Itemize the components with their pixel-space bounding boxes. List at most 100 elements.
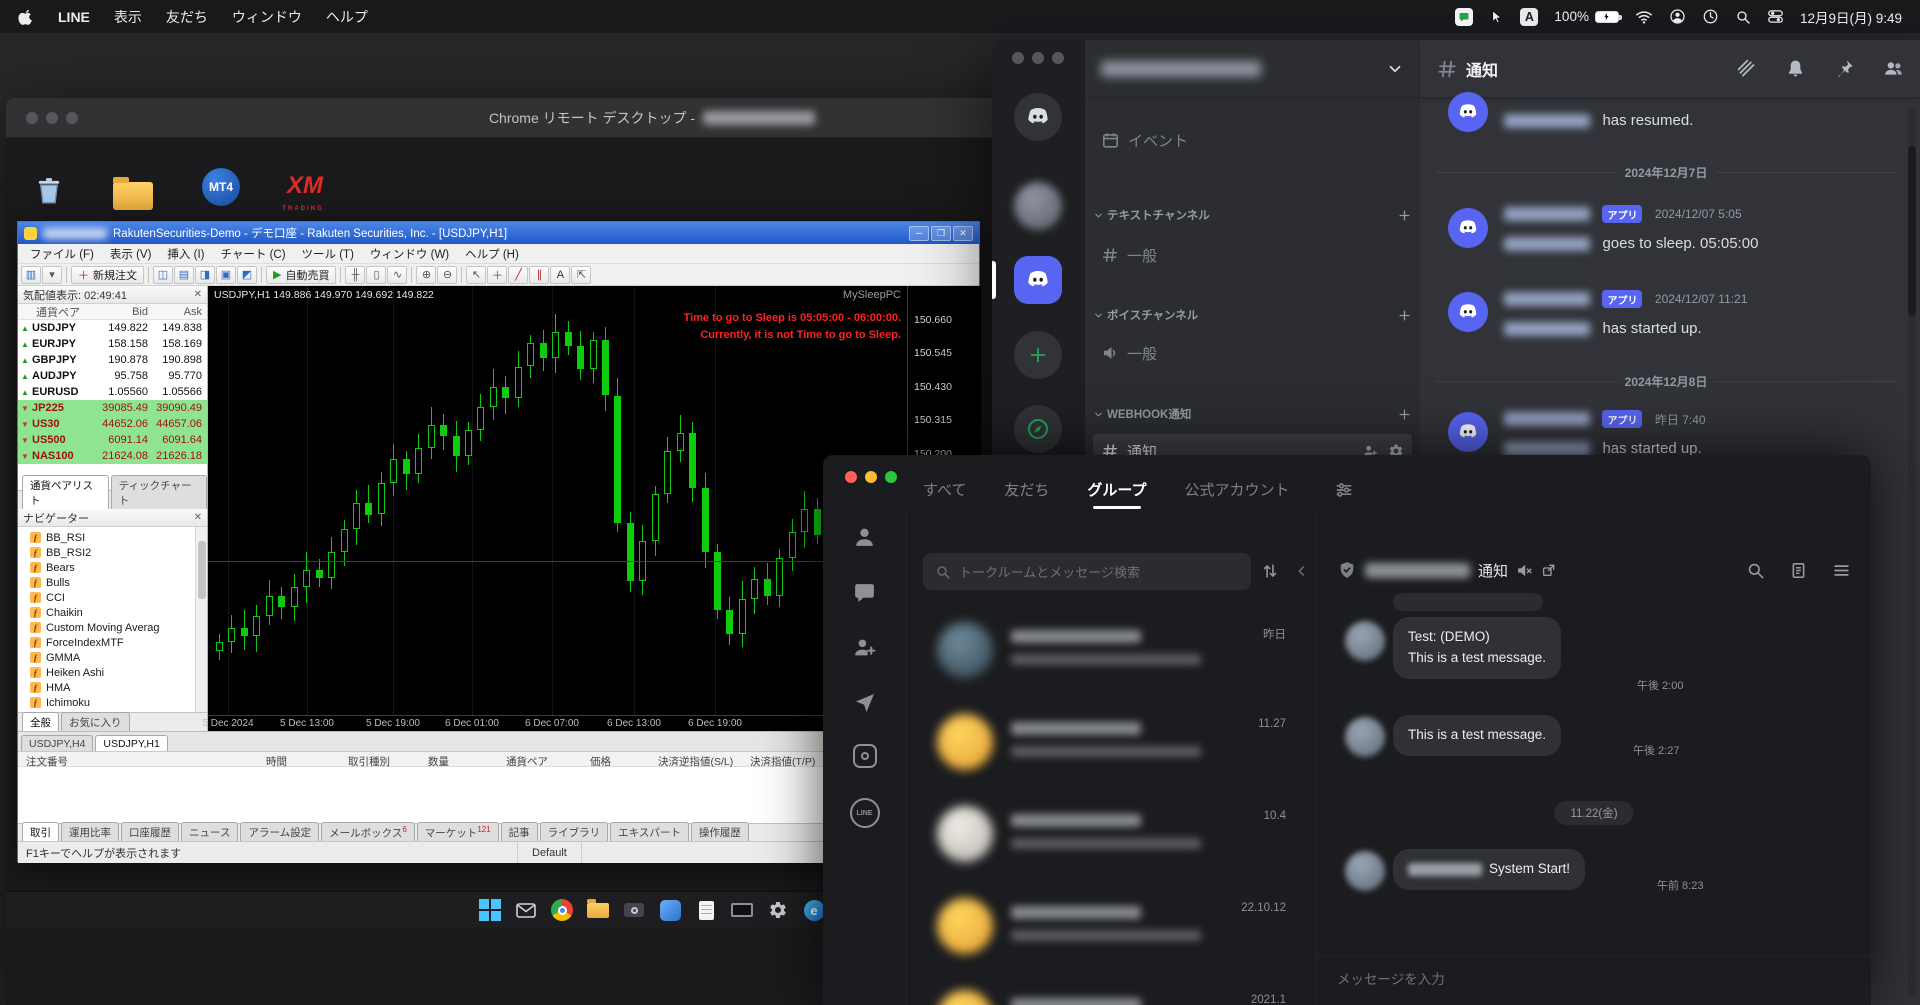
spotlight-icon[interactable] xyxy=(1735,9,1751,25)
line-chart-icon[interactable]: ∿ xyxy=(387,265,408,284)
menu-item-ヘルプ[interactable]: ヘルプ xyxy=(326,7,368,27)
navigator-item-ForceIndexMTF[interactable]: ƒ ForceIndexMTF xyxy=(30,635,195,650)
zoom-button[interactable] xyxy=(66,112,78,124)
menubar-datetime[interactable]: 12月9日(月) 9:49 xyxy=(1800,7,1902,27)
navigator-item-Bears[interactable]: ƒ Bears xyxy=(30,560,195,575)
bar-chart-icon[interactable]: ╫ xyxy=(345,265,366,284)
terminal-tab-記事[interactable]: 記事 xyxy=(500,822,538,841)
tab-common[interactable]: 全般 xyxy=(22,712,59,731)
search-icon[interactable] xyxy=(1746,561,1765,580)
line-traffic-lights[interactable] xyxy=(845,471,897,483)
explore-servers-button[interactable] xyxy=(1014,405,1062,453)
tab-groups[interactable]: グループ xyxy=(1087,479,1146,509)
clock-icon[interactable] xyxy=(1702,8,1719,25)
list-item[interactable]: 昨日 xyxy=(907,606,1316,698)
sidebar-item-events[interactable]: イベント xyxy=(1093,123,1412,157)
desktop-icon-recycle-bin[interactable] xyxy=(20,168,78,208)
zoom-button[interactable] xyxy=(885,471,897,483)
section-voice-channels[interactable]: ボイスチャンネル xyxy=(1093,303,1412,327)
list-item[interactable]: 22.10.12 xyxy=(907,882,1316,974)
message-input[interactable]: メッセージを入力 xyxy=(1317,955,1871,1005)
tab-official[interactable]: 公式アカウント xyxy=(1184,479,1289,500)
taskbar-icon-windows[interactable] xyxy=(477,897,504,924)
terminal-tab-口座履歴[interactable]: 口座履歴 xyxy=(121,822,179,841)
add-server-button[interactable] xyxy=(1014,331,1062,379)
line-menubar-icon[interactable] xyxy=(1455,7,1474,26)
navigator-item-GMMA[interactable]: ƒ GMMA xyxy=(30,650,195,665)
mt4-menu-item[interactable]: ファイル (F) xyxy=(22,244,102,264)
share-icon[interactable] xyxy=(853,690,877,714)
close-button[interactable] xyxy=(845,471,857,483)
desktop-icon-mt4[interactable]: MT4 xyxy=(192,166,250,206)
channel-tool-icon[interactable]: ∥ xyxy=(529,265,550,284)
market-row-EURUSD[interactable]: ▲ EURUSD 1.05560 1.05566 xyxy=(18,384,207,400)
tab-usdjpy-h4[interactable]: USDJPY,H4 xyxy=(21,735,94,751)
menu-app-name[interactable]: LINE xyxy=(58,9,90,25)
close-icon[interactable]: ✕ xyxy=(194,512,202,523)
market-row-GBPJPY[interactable]: ▲ GBPJPY 190.878 190.898 xyxy=(18,352,207,368)
minimize-button[interactable] xyxy=(46,112,58,124)
market-row-NAS100[interactable]: ▼ NAS100 21624.08 21626.18 xyxy=(18,448,207,464)
chart-dropdown-icon[interactable]: ▾ xyxy=(42,265,62,284)
avatar[interactable] xyxy=(1345,851,1385,891)
discord-traffic-lights[interactable] xyxy=(1012,52,1064,64)
terminal-tab-エキスパート[interactable]: エキスパート xyxy=(610,822,689,841)
tab-friends[interactable]: 友だち xyxy=(1004,479,1049,500)
section-text-channels[interactable]: テキストチャンネル xyxy=(1093,203,1412,227)
terminal-icon[interactable]: ▣ xyxy=(216,265,236,284)
market-row-US30[interactable]: ▼ US30 44652.06 44657.06 xyxy=(18,416,207,432)
restore-button[interactable]: ❐ xyxy=(931,225,951,241)
mt4-menu-item[interactable]: チャート (C) xyxy=(212,244,293,264)
text-tool-icon[interactable]: A xyxy=(550,265,571,284)
close-button[interactable] xyxy=(26,112,38,124)
navigator-icon[interactable]: ◨ xyxy=(195,265,215,284)
collapse-panel-icon[interactable] xyxy=(1294,563,1310,579)
battery-indicator[interactable]: 100% xyxy=(1554,9,1622,24)
chats-icon[interactable] xyxy=(852,580,877,605)
menu-item-表示[interactable]: 表示 xyxy=(114,7,142,27)
minimize-button[interactable] xyxy=(1032,52,1044,64)
autotrading-button[interactable]: ▶ 自動売買 xyxy=(266,265,337,284)
crosshair-tool-icon[interactable]: ＋ xyxy=(487,265,508,284)
mt4-menu-item[interactable]: 挿入 (I) xyxy=(159,244,212,264)
scrollbar[interactable] xyxy=(1908,106,1916,997)
menu-item-ウィンドウ[interactable]: ウィンドウ xyxy=(232,7,302,27)
terminal-tab-ニュース[interactable]: ニュース xyxy=(181,822,239,841)
taskbar-icon-chrome[interactable] xyxy=(549,897,576,924)
create-channel-icon[interactable] xyxy=(1397,208,1412,223)
trendline-tool-icon[interactable]: ╱ xyxy=(508,265,529,284)
sort-icon[interactable] xyxy=(1260,561,1280,581)
navigator-item-Heiken Ashi[interactable]: ƒ Heiken Ashi xyxy=(30,665,195,680)
taskbar-icon-settings[interactable] xyxy=(765,897,792,924)
zoom-out-icon[interactable]: ⊖ xyxy=(437,265,458,284)
terminal-tab-運用比率[interactable]: 運用比率 xyxy=(61,822,119,841)
tab-all[interactable]: すべて xyxy=(923,479,966,500)
create-channel-icon[interactable] xyxy=(1397,308,1412,323)
avatar[interactable] xyxy=(1448,412,1488,452)
list-item[interactable]: 10.4 xyxy=(907,790,1316,882)
avatar[interactable] xyxy=(1345,717,1385,757)
avatar[interactable] xyxy=(1345,621,1385,661)
market-row-AUDJPY[interactable]: ▲ AUDJPY 95.758 95.770 xyxy=(18,368,207,384)
close-button[interactable] xyxy=(1012,52,1024,64)
server-icon-redacted[interactable] xyxy=(1014,182,1062,230)
minimize-button[interactable]: ─ xyxy=(909,225,929,241)
data-window-icon[interactable]: ▤ xyxy=(174,265,194,284)
tab-usdjpy-h1[interactable]: USDJPY,H1 xyxy=(95,735,168,751)
zoom-button[interactable] xyxy=(1052,52,1064,64)
section-webhook[interactable]: WEBHOOK通知 xyxy=(1093,402,1412,426)
terminal-tab-メールボックス[interactable]: メールボックス6 xyxy=(321,821,415,841)
menu-icon[interactable] xyxy=(1832,561,1851,580)
mt4-title-bar[interactable]: RakutenSecurities-Demo - デモ口座 - Rakuten … xyxy=(18,222,979,244)
navigator-item-Custom Moving Averag[interactable]: ƒ Custom Moving Averag xyxy=(30,620,195,635)
wifi-icon[interactable] xyxy=(1635,8,1653,26)
zoom-in-icon[interactable]: ⊕ xyxy=(416,265,437,284)
navigator-item-Bulls[interactable]: ƒ Bulls xyxy=(30,575,195,590)
menu-item-友だち[interactable]: 友だち xyxy=(166,7,208,27)
popout-icon[interactable] xyxy=(1541,562,1557,578)
threads-icon[interactable] xyxy=(1736,58,1757,79)
tab-symbol-list[interactable]: 通貨ペアリスト xyxy=(22,475,109,509)
avatar[interactable] xyxy=(1448,92,1488,132)
bell-icon[interactable] xyxy=(1785,58,1806,79)
minimize-button[interactable] xyxy=(865,471,877,483)
